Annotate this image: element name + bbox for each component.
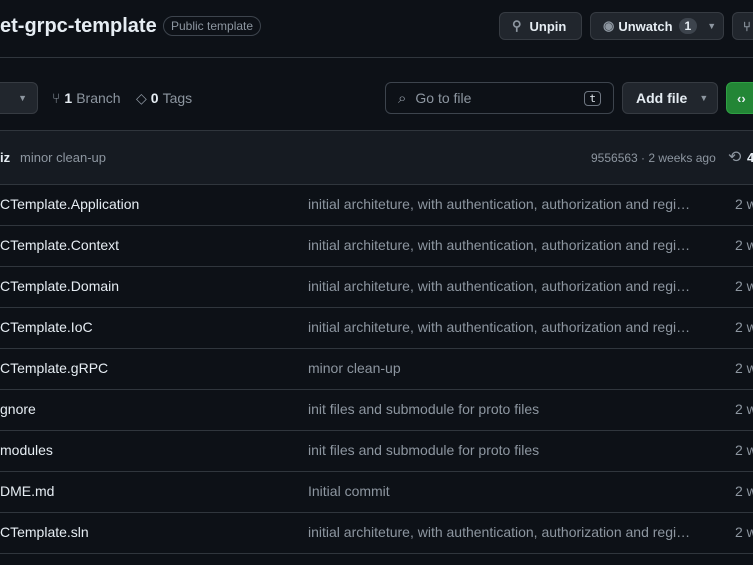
tag-icon: ◇	[136, 90, 147, 107]
commit-age: 2 w	[735, 483, 753, 499]
file-name-link[interactable]: CTemplate.Application	[0, 196, 139, 212]
file-name-link[interactable]: CTemplate.Context	[0, 237, 119, 253]
unpin-button[interactable]: ⚲ Unpin	[499, 12, 582, 40]
file-row: CTemplate.sln initial architeture, with a…	[0, 512, 753, 554]
shortcut-key: t	[584, 91, 601, 106]
commit-message-link[interactable]: minor clean-up	[308, 360, 693, 376]
file-name-link[interactable]: CTemplate.sln	[0, 524, 89, 540]
chevron-down-icon: ▼	[707, 21, 716, 31]
branch-count: 1	[64, 90, 72, 106]
commit-message-link[interactable]: initial architeture, with authentication…	[308, 319, 693, 335]
commit-age: 2 w	[735, 196, 753, 212]
commit-message-link[interactable]: init files and submodule for proto files	[308, 401, 693, 417]
commit-age: 2 w	[735, 278, 753, 294]
unwatch-button[interactable]: ◉ Unwatch 1 ▼	[590, 12, 724, 40]
chevron-down-icon: ▼	[699, 93, 708, 103]
file-row: modules init files and submodule for prot…	[0, 430, 753, 472]
eye-icon: ◉	[603, 18, 614, 34]
history-icon: ⟲	[728, 147, 741, 167]
code-icon: ‹›	[737, 91, 746, 106]
commit-age: 2 w	[735, 360, 753, 376]
add-file-button[interactable]: Add file ▼	[622, 82, 718, 114]
file-name-link[interactable]: modules	[0, 442, 53, 458]
file-row: CTemplate.Application initial architeture…	[0, 184, 753, 226]
commit-author[interactable]: iz	[0, 150, 10, 165]
go-to-file-input[interactable]: ⌕ Go to file t	[385, 82, 614, 114]
file-name-link[interactable]: CTemplate.Domain	[0, 278, 119, 294]
fork-button[interactable]: ⑂	[732, 12, 753, 40]
commit-message-link[interactable]: initial architeture, with authentication…	[308, 237, 693, 253]
tag-label: Tags	[163, 90, 193, 107]
file-row: gnore init files and submodule for proto …	[0, 389, 753, 431]
fork-icon: ⑂	[743, 19, 751, 34]
unpin-label: Unpin	[530, 19, 567, 34]
commit-message-link[interactable]: initial architeture, with authentication…	[308, 278, 693, 294]
commit-message-link[interactable]: Initial commit	[308, 483, 693, 499]
commit-age: 2 w	[735, 237, 753, 253]
tag-count: 0	[151, 90, 159, 107]
watch-count: 1	[679, 18, 698, 34]
pin-icon: ⚲	[512, 18, 522, 34]
search-icon: ⌕	[398, 90, 406, 107]
file-name-link[interactable]: gnore	[0, 401, 36, 417]
file-row: DME.md Initial commit 2 w	[0, 471, 753, 513]
commit-hash-age[interactable]: 9556563 · 2 weeks ago	[591, 151, 716, 165]
visibility-badge: Public template	[163, 16, 261, 36]
commit-message[interactable]: minor clean-up	[20, 150, 106, 165]
commit-message-link[interactable]: init files and submodule for proto files	[308, 442, 693, 458]
add-file-label: Add file	[636, 90, 687, 106]
branch-select-button[interactable]: ▼	[0, 82, 38, 114]
latest-commit-bar: iz minor clean-up 9556563 · 2 weeks ago …	[0, 130, 753, 185]
branch-label: Branch	[76, 90, 120, 106]
chevron-down-icon: ▼	[18, 93, 27, 103]
commit-message-link[interactable]: initial architeture, with authentication…	[308, 524, 693, 540]
unwatch-label: Unwatch	[618, 19, 672, 34]
commit-age: 2 w	[735, 442, 753, 458]
file-name-link[interactable]: CTemplate.IoC	[0, 319, 93, 335]
divider	[0, 57, 753, 58]
search-placeholder: Go to file	[415, 90, 584, 106]
file-row: CTemplate.Context initial architeture, wi…	[0, 225, 753, 267]
file-name-link[interactable]: CTemplate.gRPC	[0, 360, 108, 376]
branches-link[interactable]: ⑂ 1 Branch	[52, 90, 121, 106]
branch-icon: ⑂	[52, 90, 60, 106]
commit-age: 2 w	[735, 319, 753, 335]
repo-title[interactable]: et-grpc-template	[0, 15, 157, 38]
file-row: CTemplate.gRPC minor clean-up 2 w	[0, 348, 753, 390]
commit-age: 2 w	[735, 524, 753, 540]
commit-count[interactable]: 4	[747, 150, 753, 165]
tags-link[interactable]: ◇ 0 Tags	[136, 90, 192, 107]
commit-message-link[interactable]: initial architeture, with authentication…	[308, 196, 693, 212]
code-button[interactable]: ‹›	[726, 82, 753, 114]
file-row: CTemplate.IoC initial architeture, with a…	[0, 307, 753, 349]
file-row: CTemplate.Domain initial architeture, wit…	[0, 266, 753, 308]
file-name-link[interactable]: DME.md	[0, 483, 54, 499]
commit-age: 2 w	[735, 401, 753, 417]
